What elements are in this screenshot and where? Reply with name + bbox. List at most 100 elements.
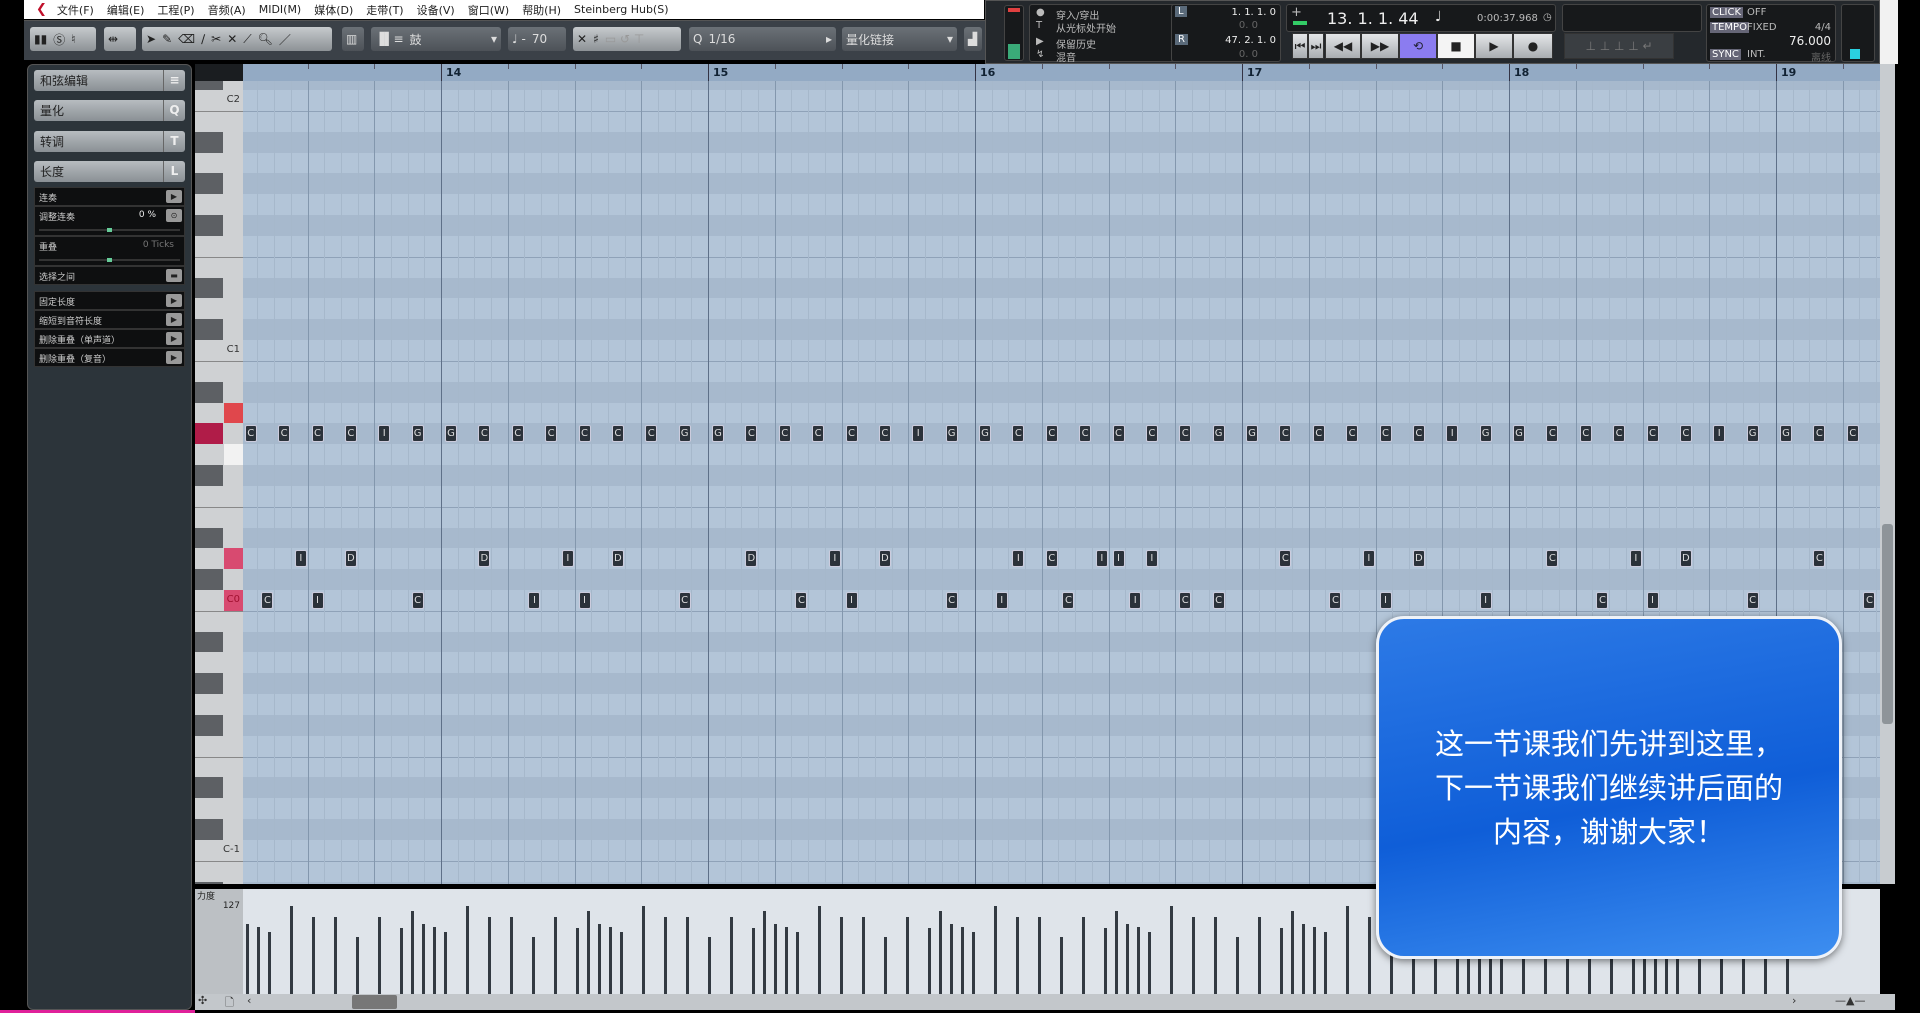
midi-note[interactable]: C xyxy=(1312,425,1325,443)
right-locator-value[interactable]: 47. 2. 1. 0 xyxy=(1225,35,1276,46)
velocity-bar[interactable] xyxy=(356,936,359,994)
velocity-bar[interactable] xyxy=(1280,928,1283,994)
velocity-bar[interactable] xyxy=(884,936,887,994)
right-locator-button[interactable]: R xyxy=(1175,34,1188,45)
midi-note[interactable]: C xyxy=(1012,425,1025,443)
midi-note[interactable]: G xyxy=(1479,425,1492,443)
velocity-bar[interactable] xyxy=(422,924,425,994)
velocity-bar[interactable] xyxy=(532,936,535,994)
plus-icon[interactable]: + xyxy=(1291,5,1302,20)
midi-note[interactable]: C xyxy=(1179,592,1192,609)
midi-note[interactable]: G xyxy=(411,425,424,443)
black-key[interactable] xyxy=(195,173,223,195)
cubase-logo-icon[interactable]: ❮ xyxy=(36,2,47,17)
marker-display[interactable] xyxy=(1562,4,1702,32)
velocity-bar[interactable] xyxy=(994,906,997,994)
velocity-bar[interactable] xyxy=(1016,917,1019,994)
midi-note[interactable]: D xyxy=(1679,550,1692,568)
quantize-preset-select[interactable]: Q 1/16 ▸ xyxy=(689,27,836,51)
primary-time-display[interactable]: 13. 1. 1. 44 xyxy=(1327,9,1419,28)
velocity-bar[interactable] xyxy=(1104,928,1107,994)
velocity-bar[interactable] xyxy=(1060,936,1063,994)
draw-tool-icon[interactable]: ／ xyxy=(279,31,291,48)
menu-help[interactable]: 帮助(H) xyxy=(522,2,561,18)
midi-note[interactable]: C xyxy=(344,425,357,443)
zoom-slider[interactable]: —▲— xyxy=(1835,994,1865,1007)
ruler-bar-16[interactable]: 16 xyxy=(975,64,995,81)
velocity-bar[interactable] xyxy=(246,924,249,994)
scroll-right-icon[interactable]: › xyxy=(1792,994,1796,1007)
midi-note[interactable]: G xyxy=(1513,425,1525,443)
midi-note[interactable]: C xyxy=(478,425,491,443)
midi-note[interactable]: C xyxy=(1379,425,1392,443)
overlap-slider[interactable] xyxy=(39,258,180,262)
velocity-bar[interactable] xyxy=(1291,910,1294,994)
eraser-tool-icon[interactable]: ⌫ xyxy=(178,32,195,46)
midi-note[interactable]: C xyxy=(812,425,825,443)
midi-note[interactable]: C xyxy=(1746,592,1759,609)
velocity-bar[interactable] xyxy=(1170,906,1173,994)
midi-note[interactable]: C xyxy=(1179,425,1192,443)
marker-buttons[interactable]: ⊥ ⊥ ⊥ ⊥ ↵ xyxy=(1564,33,1674,59)
drum-map-select[interactable]: ▐▌≡ 鼓 ▾ xyxy=(371,27,501,51)
midi-note[interactable]: C xyxy=(845,425,858,443)
midi-note[interactable]: I xyxy=(1713,425,1726,443)
midi-note[interactable]: C xyxy=(1546,550,1559,568)
velocity-bar[interactable] xyxy=(334,917,337,994)
ruler-bar-17[interactable]: 17 xyxy=(1242,64,1262,81)
left-locator-button[interactable]: L xyxy=(1175,6,1187,17)
velocity-bar[interactable] xyxy=(1324,932,1327,994)
section-transpose[interactable]: 转调 T xyxy=(34,131,185,152)
ruler[interactable]: 14 15 16 17 18 19 xyxy=(243,64,1880,81)
stop-button[interactable]: ■ xyxy=(1437,33,1475,59)
midi-note[interactable]: I xyxy=(1112,550,1125,568)
velocity-bar[interactable] xyxy=(730,917,733,994)
insert-velocity-field[interactable]: ♩ - 70 xyxy=(508,27,566,51)
section-chord-edit[interactable]: 和弦编辑 ≡ xyxy=(34,70,185,91)
midi-note[interactable]: C xyxy=(1412,425,1425,443)
midi-note[interactable]: G xyxy=(945,425,958,443)
midi-note[interactable]: D xyxy=(878,550,891,568)
midi-note[interactable]: I xyxy=(294,550,307,568)
edit-in-place-button[interactable]: ▥ xyxy=(342,27,364,51)
velocity-bar[interactable] xyxy=(818,906,821,994)
velocity-bar[interactable] xyxy=(433,927,436,994)
ruler-bar-18[interactable]: 18 xyxy=(1509,64,1529,81)
midi-note[interactable]: C xyxy=(578,425,591,443)
post-roll-value[interactable]: 0. 0 xyxy=(1239,49,1258,60)
left-locator-value[interactable]: 1. 1. 1. 0 xyxy=(1231,7,1276,18)
midi-note[interactable]: D xyxy=(478,550,491,568)
midi-note[interactable]: C xyxy=(795,592,808,609)
velocity-bar[interactable] xyxy=(950,924,953,994)
iterative-quantize-icon[interactable]: ✕ xyxy=(577,32,587,46)
midi-note[interactable]: C xyxy=(1346,425,1359,443)
midi-note[interactable]: C xyxy=(1646,425,1659,443)
menu-edit[interactable]: 编辑(E) xyxy=(107,2,145,18)
midi-note[interactable]: C xyxy=(1212,592,1225,609)
black-key[interactable] xyxy=(195,673,223,695)
play-icon[interactable]: ▶ xyxy=(166,351,182,364)
black-key[interactable] xyxy=(195,631,223,653)
midi-note[interactable]: C xyxy=(611,425,624,443)
midi-note[interactable]: I xyxy=(845,592,858,609)
menu-audio[interactable]: 音频(A) xyxy=(208,2,246,18)
velocity-bar[interactable] xyxy=(939,910,942,994)
record-button[interactable]: ● xyxy=(1513,33,1553,59)
midi-note[interactable]: C xyxy=(645,425,658,443)
midi-note[interactable]: C xyxy=(545,425,558,443)
midi-note[interactable]: C xyxy=(278,425,291,443)
midi-note[interactable]: G xyxy=(1212,425,1225,443)
midi-note[interactable]: C xyxy=(1546,425,1559,443)
midi-note[interactable]: I xyxy=(995,592,1008,609)
velocity-bar[interactable] xyxy=(609,927,612,994)
add-lane-icon[interactable]: ✣ xyxy=(198,994,207,1007)
velocity-bar[interactable] xyxy=(763,910,766,994)
midi-note[interactable]: C xyxy=(1813,425,1826,443)
scroll-left-icon[interactable]: ‹ xyxy=(247,994,251,1007)
velocity-bar[interactable] xyxy=(268,932,271,994)
colors-button[interactable]: ▟ xyxy=(964,27,982,51)
horizontal-scrollbar[interactable]: ✣ 🗋︎ ‹ › —▲— xyxy=(195,994,1895,1010)
solo-icon[interactable]: Ⓢ xyxy=(53,31,65,48)
velocity-bar[interactable] xyxy=(686,917,689,994)
midi-note[interactable]: C xyxy=(411,592,424,609)
